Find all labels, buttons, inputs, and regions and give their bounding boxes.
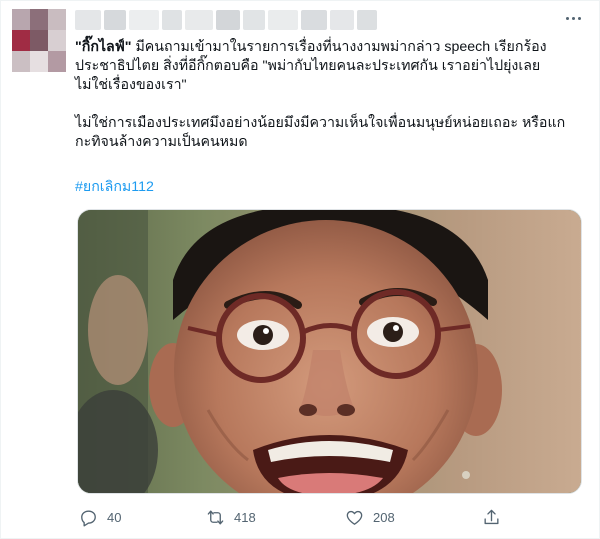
tweet-line-3: ไม่ใช่เรื่องของเรา"	[75, 77, 187, 93]
avatar-pixel	[30, 30, 48, 51]
tweet-paragraph-2-line-2: กะทิจนล้างความเป็นคนหมด	[75, 134, 248, 150]
photo-face-closeup	[78, 210, 581, 493]
avatar-pixel	[48, 51, 66, 72]
blurred-name-block	[185, 10, 213, 30]
tweet-card: "กิ๊กไลฟ์" มีคนถามเข้ามาในรายการเรื่องที…	[0, 0, 600, 539]
reply-count: 40	[107, 509, 122, 525]
blurred-name-block	[243, 10, 265, 30]
blurred-name-block	[216, 10, 240, 30]
tweet-line-1-rest: มีคนถามเข้ามาในรายการเรื่องที่นางงามพม่า…	[131, 39, 547, 55]
blurred-name-block	[301, 10, 327, 30]
avatar-pixel	[48, 30, 66, 51]
share-icon	[484, 509, 499, 524]
retweet-count: 418	[234, 509, 256, 525]
avatar-pixel	[48, 9, 66, 30]
avatar-pixel	[12, 30, 30, 51]
heart-icon	[346, 510, 363, 525]
like-count: 208	[373, 509, 395, 525]
avatar-pixel	[30, 9, 48, 30]
retweet-button[interactable]: 418	[206, 506, 256, 528]
tweet-line-1: "กิ๊กไลฟ์" มีคนถามเข้ามาในรายการเรื่องที…	[75, 38, 587, 57]
blurred-name-block	[75, 10, 101, 30]
retweet-icon	[207, 509, 224, 525]
more-options-icon[interactable]	[562, 11, 584, 25]
tweet-line-2: ประชาธิปไตย สิ่งที่อีกิ๊กตอบคือ "พม่ากับ…	[75, 58, 541, 74]
hashtag-link[interactable]: #ยกเลิกม112	[75, 178, 154, 197]
tweet-paragraph-2-line-1: ไม่ใช่การเมืองประเทศมึงอย่างน้อยมึงมีควา…	[75, 115, 566, 131]
author-header-blurred[interactable]	[75, 10, 377, 30]
tweet-text: "กิ๊กไลฟ์" มีคนถามเข้ามาในรายการเรื่องที…	[75, 38, 587, 152]
blurred-name-block	[104, 10, 126, 30]
blurred-name-block	[129, 10, 159, 30]
avatar-pixel	[12, 9, 30, 30]
reply-icon	[81, 509, 96, 526]
avatar-pixel	[30, 51, 48, 72]
avatar-pixel	[12, 51, 30, 72]
blurred-name-block	[162, 10, 182, 30]
tweet-photo[interactable]	[77, 209, 582, 494]
tweet-actions: 40 418 208	[75, 506, 515, 528]
quoted-name: "กิ๊กไลฟ์"	[75, 39, 132, 55]
share-button[interactable]	[482, 506, 501, 528]
avatar[interactable]	[12, 9, 66, 73]
blurred-name-block	[357, 10, 377, 30]
like-button[interactable]: 208	[345, 506, 395, 528]
blurred-name-block	[330, 10, 354, 30]
reply-button[interactable]: 40	[79, 506, 121, 528]
blurred-name-block	[268, 10, 298, 30]
